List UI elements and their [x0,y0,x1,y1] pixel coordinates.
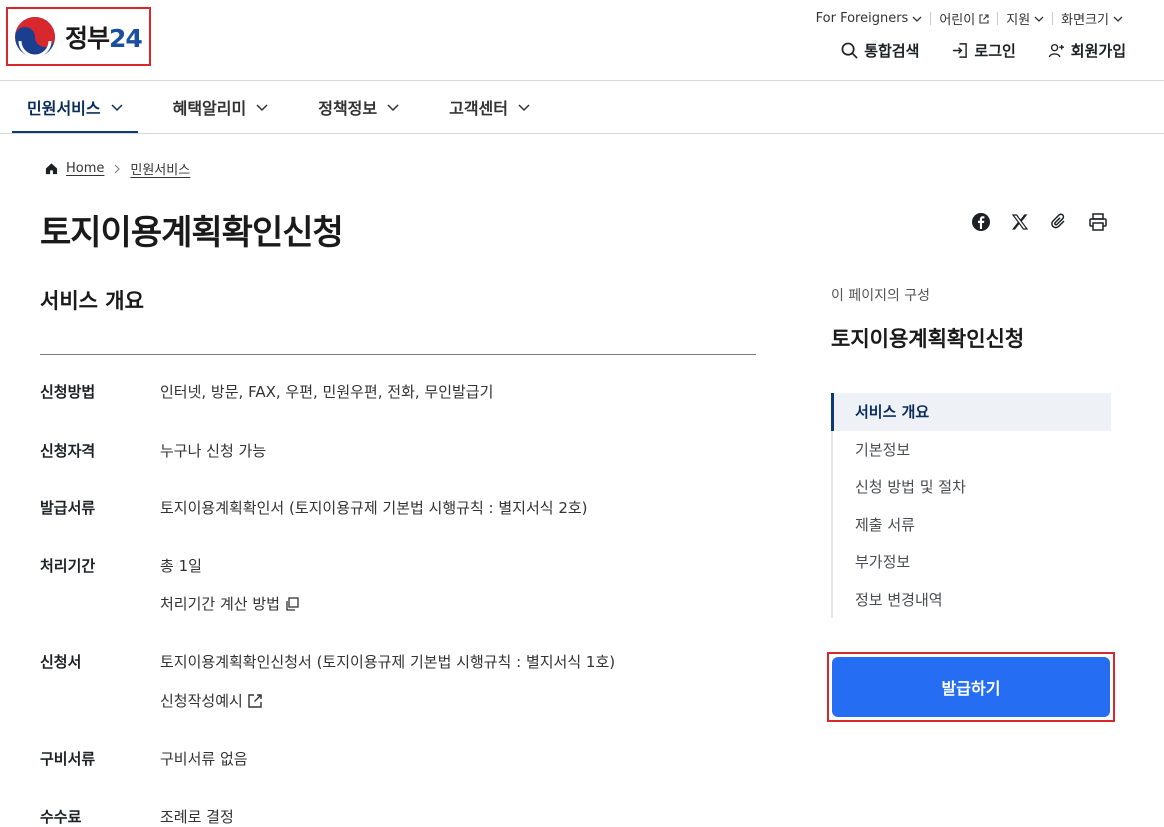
chevron-down-icon [1113,16,1123,22]
info-value: 토지이용계획확인신청서 (토지이용규제 기본법 시행규칙 : 별지서식 1호) [160,653,616,671]
nav-civil-service-label: 민원서비스 [27,99,101,118]
breadcrumb-current[interactable]: 민원서비스 [130,159,190,178]
issue-button-highlight: 발급하기 [827,652,1115,722]
toc-item-additional-info[interactable]: 부가정보 [833,543,1111,581]
logo-text: 정부24 [65,23,143,53]
info-value: 토지이용계획확인서 (토지이용규제 기본법 시행규칙 : 별지서식 2호) [160,499,588,517]
nav-customer-center[interactable]: 고객센터 [434,81,545,133]
toc-item-documents[interactable]: 제출 서류 [833,506,1111,544]
login-button[interactable]: 로그인 [951,40,1016,61]
info-row-fee: 수수료 조례로 결정 [40,806,234,827]
external-link-icon [248,693,262,708]
toc-item-change-history[interactable]: 정보 변경내역 [833,581,1111,619]
util-foreigners-label: For Foreigners [815,11,909,26]
toc-item-procedure[interactable]: 신청 방법 및 절차 [833,468,1111,506]
breadcrumb-home[interactable]: Home [66,161,104,176]
page-title: 토지이용계획확인신청 [40,213,344,253]
nav-divider [0,133,1164,134]
chevron-down-icon [912,16,922,22]
util-support[interactable]: 지원 [998,9,1052,28]
info-label: 신청방법 [40,383,96,401]
chevron-right-icon [114,164,121,173]
nav-policy-label: 정책정보 [318,99,378,118]
x-icon [1011,214,1029,230]
chevron-down-icon [256,104,268,112]
add-user-icon [1048,43,1064,58]
logo[interactable]: 정부24 [6,7,151,66]
toc-item-overview[interactable]: 서비스 개요 [831,393,1111,431]
info-value: 인터넷, 방문, FAX, 우편, 민원우편, 전화, 무인발급기 [160,383,494,401]
print-button[interactable] [1087,211,1109,233]
login-icon [953,43,968,58]
chevron-down-icon [1034,16,1044,22]
info-label: 신청서 [40,653,82,671]
search-icon [841,42,858,59]
chevron-down-icon [518,104,530,112]
facebook-icon [972,213,990,231]
info-row-eligibility: 신청자격 누구나 신청 가능 [40,440,266,461]
utility-bar: For Foreigners 어린이 지원 화면크기 [808,9,1131,28]
breadcrumb: Home 민원서비스 [45,159,190,178]
form-example-link[interactable]: 신청작성예시 [160,690,263,711]
toc-caption: 이 페이지의 구성 [831,288,931,304]
util-font-size-label: 화면크기 [1061,13,1109,28]
info-value: 누구나 신청 가능 [160,442,267,460]
taegeuk-emblem-icon [15,16,55,57]
x-share-button[interactable] [1009,211,1031,233]
search-label: 통합검색 [864,42,920,60]
copy-icon [286,596,299,611]
info-row-form: 신청서 토지이용계획확인신청서 (토지이용규제 기본법 시행규칙 : 별지서식 … [40,651,615,672]
signup-label: 회원가입 [1070,42,1126,60]
table-of-contents: 서비스 개요 기본정보 신청 방법 및 절차 제출 서류 부가정보 정보 변경내… [831,393,1111,618]
util-support-label: 지원 [1006,13,1031,28]
top-actions: 통합검색 로그인 회원가입 [841,40,1126,61]
toc-title: 토지이용계획확인신청 [831,327,1025,351]
print-icon [1089,213,1107,231]
search-button[interactable]: 통합검색 [841,40,919,61]
chevron-down-icon [387,104,399,112]
section-title: 서비스 개요 [40,289,144,313]
main-navigation: 민원서비스 혜택알리미 정책정보 고객센터 [12,81,565,134]
paperclip-icon [1051,213,1065,229]
external-link-icon [979,13,989,24]
info-label: 구비서류 [40,750,96,768]
info-value: 구비서류 없음 [160,750,248,768]
section-divider [40,354,756,355]
nav-benefits-label: 혜택알리미 [172,99,247,118]
info-label: 처리기간 [40,557,96,575]
util-foreigners[interactable]: For Foreigners [808,11,931,26]
info-label: 발급서류 [40,499,96,517]
info-row-document: 발급서류 토지이용계획확인서 (토지이용규제 기본법 시행규칙 : 별지서식 2… [40,497,588,518]
util-font-size[interactable]: 화면크기 [1053,9,1131,28]
processing-period-calc-label: 처리기간 계산 방법 [160,595,280,613]
toc-item-basic-info[interactable]: 기본정보 [833,431,1111,469]
nav-benefits[interactable]: 혜택알리미 [158,81,284,133]
nav-customer-center-label: 고객센터 [449,99,508,118]
facebook-share-button[interactable] [970,211,992,233]
chevron-down-icon [111,104,123,112]
signup-button[interactable]: 회원가입 [1048,40,1126,61]
info-value: 총 1일 [160,557,202,575]
info-row-period: 처리기간 총 1일 [40,555,202,576]
login-label: 로그인 [974,42,1016,60]
home-icon [45,163,58,175]
util-kids[interactable]: 어린이 [931,9,997,28]
info-row-required: 구비서류 구비서류 없음 [40,748,248,769]
util-kids-label: 어린이 [939,13,976,28]
nav-civil-service[interactable]: 민원서비스 [12,81,138,134]
nav-policy[interactable]: 정책정보 [303,81,414,133]
form-example-label: 신청작성예시 [160,692,243,710]
info-row-method: 신청방법 인터넷, 방문, FAX, 우편, 민원우편, 전화, 무인발급기 [40,381,493,402]
processing-period-calc-link[interactable]: 처리기간 계산 방법 [160,593,300,614]
issue-button[interactable]: 발급하기 [832,657,1110,717]
info-value: 조례로 결정 [160,808,234,826]
share-tools [970,211,1109,233]
copy-link-button[interactable] [1048,211,1070,233]
info-label: 수수료 [40,808,82,826]
info-label: 신청자격 [40,442,96,460]
